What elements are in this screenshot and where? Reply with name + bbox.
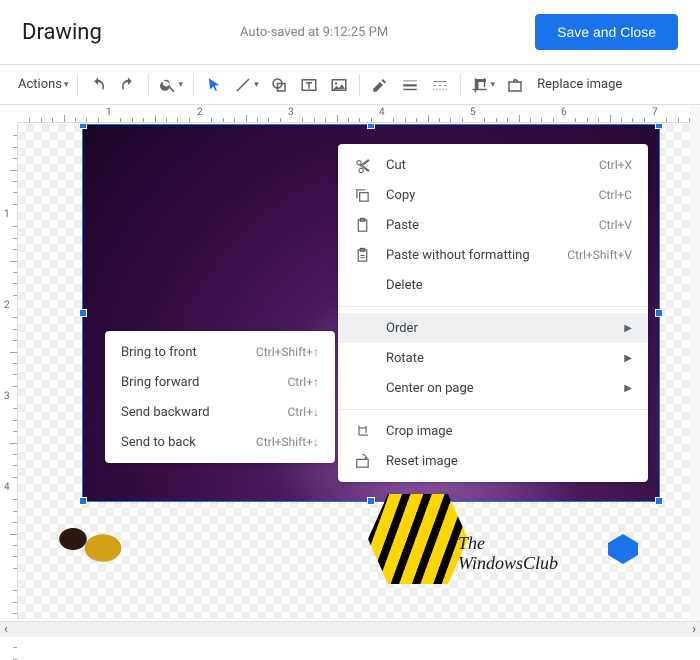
menu-label: Bring to front <box>121 345 256 360</box>
autosave-status: Auto-saved at 9:12:25 PM <box>240 25 388 40</box>
image-tool[interactable] <box>325 71 353 99</box>
dialog-header: Drawing Auto-saved at 9:12:25 PM Save an… <box>0 0 700 65</box>
scroll-left-icon[interactable]: ‹ <box>4 622 8 637</box>
resize-handle[interactable] <box>655 497 663 505</box>
menu-divider <box>338 306 648 307</box>
menu-label: Send to back <box>121 435 256 450</box>
menu-bring-to-front[interactable]: Bring to front Ctrl+Shift+↑ <box>105 337 335 367</box>
toolbar: Actions▾ ▾ ▾ ▾ Replace image <box>0 65 700 105</box>
undo-button[interactable] <box>84 71 112 99</box>
menu-center-on-page[interactable]: Center on page ▶ <box>338 373 648 403</box>
menu-label: Cut <box>386 158 599 173</box>
menu-rotate[interactable]: Rotate ▶ <box>338 343 648 373</box>
image-bee-right <box>368 494 468 584</box>
line-tool[interactable]: ▾ <box>230 71 263 99</box>
actions-button[interactable]: Actions▾ <box>14 71 71 99</box>
resize-handle[interactable] <box>79 309 87 317</box>
scrollbar-vertical[interactable] <box>690 106 700 621</box>
blank-icon <box>352 275 372 295</box>
blank-icon <box>352 378 372 398</box>
order-submenu: Bring to front Ctrl+Shift+↑ Bring forwar… <box>105 331 335 463</box>
page-title: Drawing <box>22 20 102 45</box>
menu-label: Copy <box>386 188 599 203</box>
menu-order[interactable]: Order ▶ <box>338 313 648 343</box>
save-close-button[interactable]: Save and Close <box>535 14 678 50</box>
chevron-right-icon: ▶ <box>624 323 632 334</box>
context-menu: Cut Ctrl+X Copy Ctrl+C Paste Ctrl+V Past… <box>338 144 648 482</box>
menu-label: Paste <box>386 218 599 233</box>
replace-image-button[interactable]: Replace image <box>531 71 628 99</box>
separator <box>359 74 360 96</box>
resize-handle[interactable] <box>655 309 663 317</box>
ruler-vertical <box>0 124 18 619</box>
menu-delete[interactable]: Delete <box>338 270 648 300</box>
menu-shortcut: Ctrl+↓ <box>287 405 319 419</box>
blank-icon <box>352 348 372 368</box>
border-weight-button[interactable] <box>396 71 424 99</box>
resize-handle[interactable] <box>367 124 375 129</box>
border-color-button[interactable] <box>366 71 394 99</box>
menu-paste[interactable]: Paste Ctrl+V <box>338 210 648 240</box>
reset-image-button[interactable] <box>501 71 529 99</box>
menu-label: Reset image <box>386 454 632 469</box>
menu-label: Crop image <box>386 424 632 439</box>
menu-bring-forward[interactable]: Bring forward Ctrl+↑ <box>105 367 335 397</box>
menu-label: Order <box>386 321 624 336</box>
menu-shortcut: Ctrl+Shift+↑ <box>256 345 319 359</box>
scroll-right-icon[interactable]: › <box>692 622 696 637</box>
menu-shortcut: Ctrl+Shift+V <box>567 248 632 262</box>
menu-send-to-back[interactable]: Send to back Ctrl+Shift+↓ <box>105 427 335 457</box>
blank-icon <box>352 318 372 338</box>
watermark-line2: WindowsClub <box>458 554 558 574</box>
textbox-tool[interactable] <box>295 71 323 99</box>
border-dash-button[interactable] <box>426 71 454 99</box>
resize-handle[interactable] <box>655 124 663 129</box>
scissors-icon <box>352 155 372 175</box>
menu-label: Paste without formatting <box>386 248 567 263</box>
redo-button[interactable] <box>114 71 142 99</box>
menu-cut[interactable]: Cut Ctrl+X <box>338 150 648 180</box>
menu-shortcut: Ctrl+X <box>599 158 632 172</box>
shape-tool[interactable] <box>265 71 293 99</box>
clipboard-icon <box>352 215 372 235</box>
select-tool[interactable] <box>200 71 228 99</box>
watermark-text: The WindowsClub <box>458 534 558 574</box>
menu-label: Bring forward <box>121 375 287 390</box>
image-bee-left <box>28 494 178 584</box>
menu-divider <box>338 409 648 410</box>
menu-copy[interactable]: Copy Ctrl+C <box>338 180 648 210</box>
menu-reset-image[interactable]: Reset image <box>338 446 648 476</box>
menu-shortcut: Ctrl+V <box>599 218 632 232</box>
copy-icon <box>352 185 372 205</box>
menu-label: Send backward <box>121 405 287 420</box>
reset-image-icon <box>352 451 372 471</box>
chevron-right-icon: ▶ <box>624 383 632 394</box>
menu-shortcut: Ctrl+Shift+↓ <box>256 435 319 449</box>
menu-label: Delete <box>386 278 632 293</box>
separator <box>148 74 149 96</box>
menu-paste-without-formatting[interactable]: Paste without formatting Ctrl+Shift+V <box>338 240 648 270</box>
resize-handle[interactable] <box>367 497 375 505</box>
watermark-line1: The <box>458 534 558 554</box>
menu-crop-image[interactable]: Crop image <box>338 416 648 446</box>
separator <box>460 74 461 96</box>
separator <box>193 74 194 96</box>
clipboard-plain-icon <box>352 245 372 265</box>
crop-icon <box>352 421 372 441</box>
crop-button[interactable]: ▾ <box>467 71 500 99</box>
chevron-right-icon: ▶ <box>624 353 632 364</box>
separator <box>77 74 78 96</box>
actions-label: Actions <box>18 77 62 92</box>
menu-shortcut: Ctrl+↑ <box>287 375 319 389</box>
menu-label: Rotate <box>386 351 624 366</box>
resize-handle[interactable] <box>79 124 87 129</box>
ruler-horizontal <box>18 105 700 123</box>
zoom-button[interactable]: ▾ <box>155 71 188 99</box>
scrollbar-horizontal[interactable]: ‹ › <box>0 621 700 637</box>
menu-send-backward[interactable]: Send backward Ctrl+↓ <box>105 397 335 427</box>
watermark-logo-icon <box>608 534 638 564</box>
menu-shortcut: Ctrl+C <box>599 188 632 202</box>
menu-label: Center on page <box>386 381 624 396</box>
